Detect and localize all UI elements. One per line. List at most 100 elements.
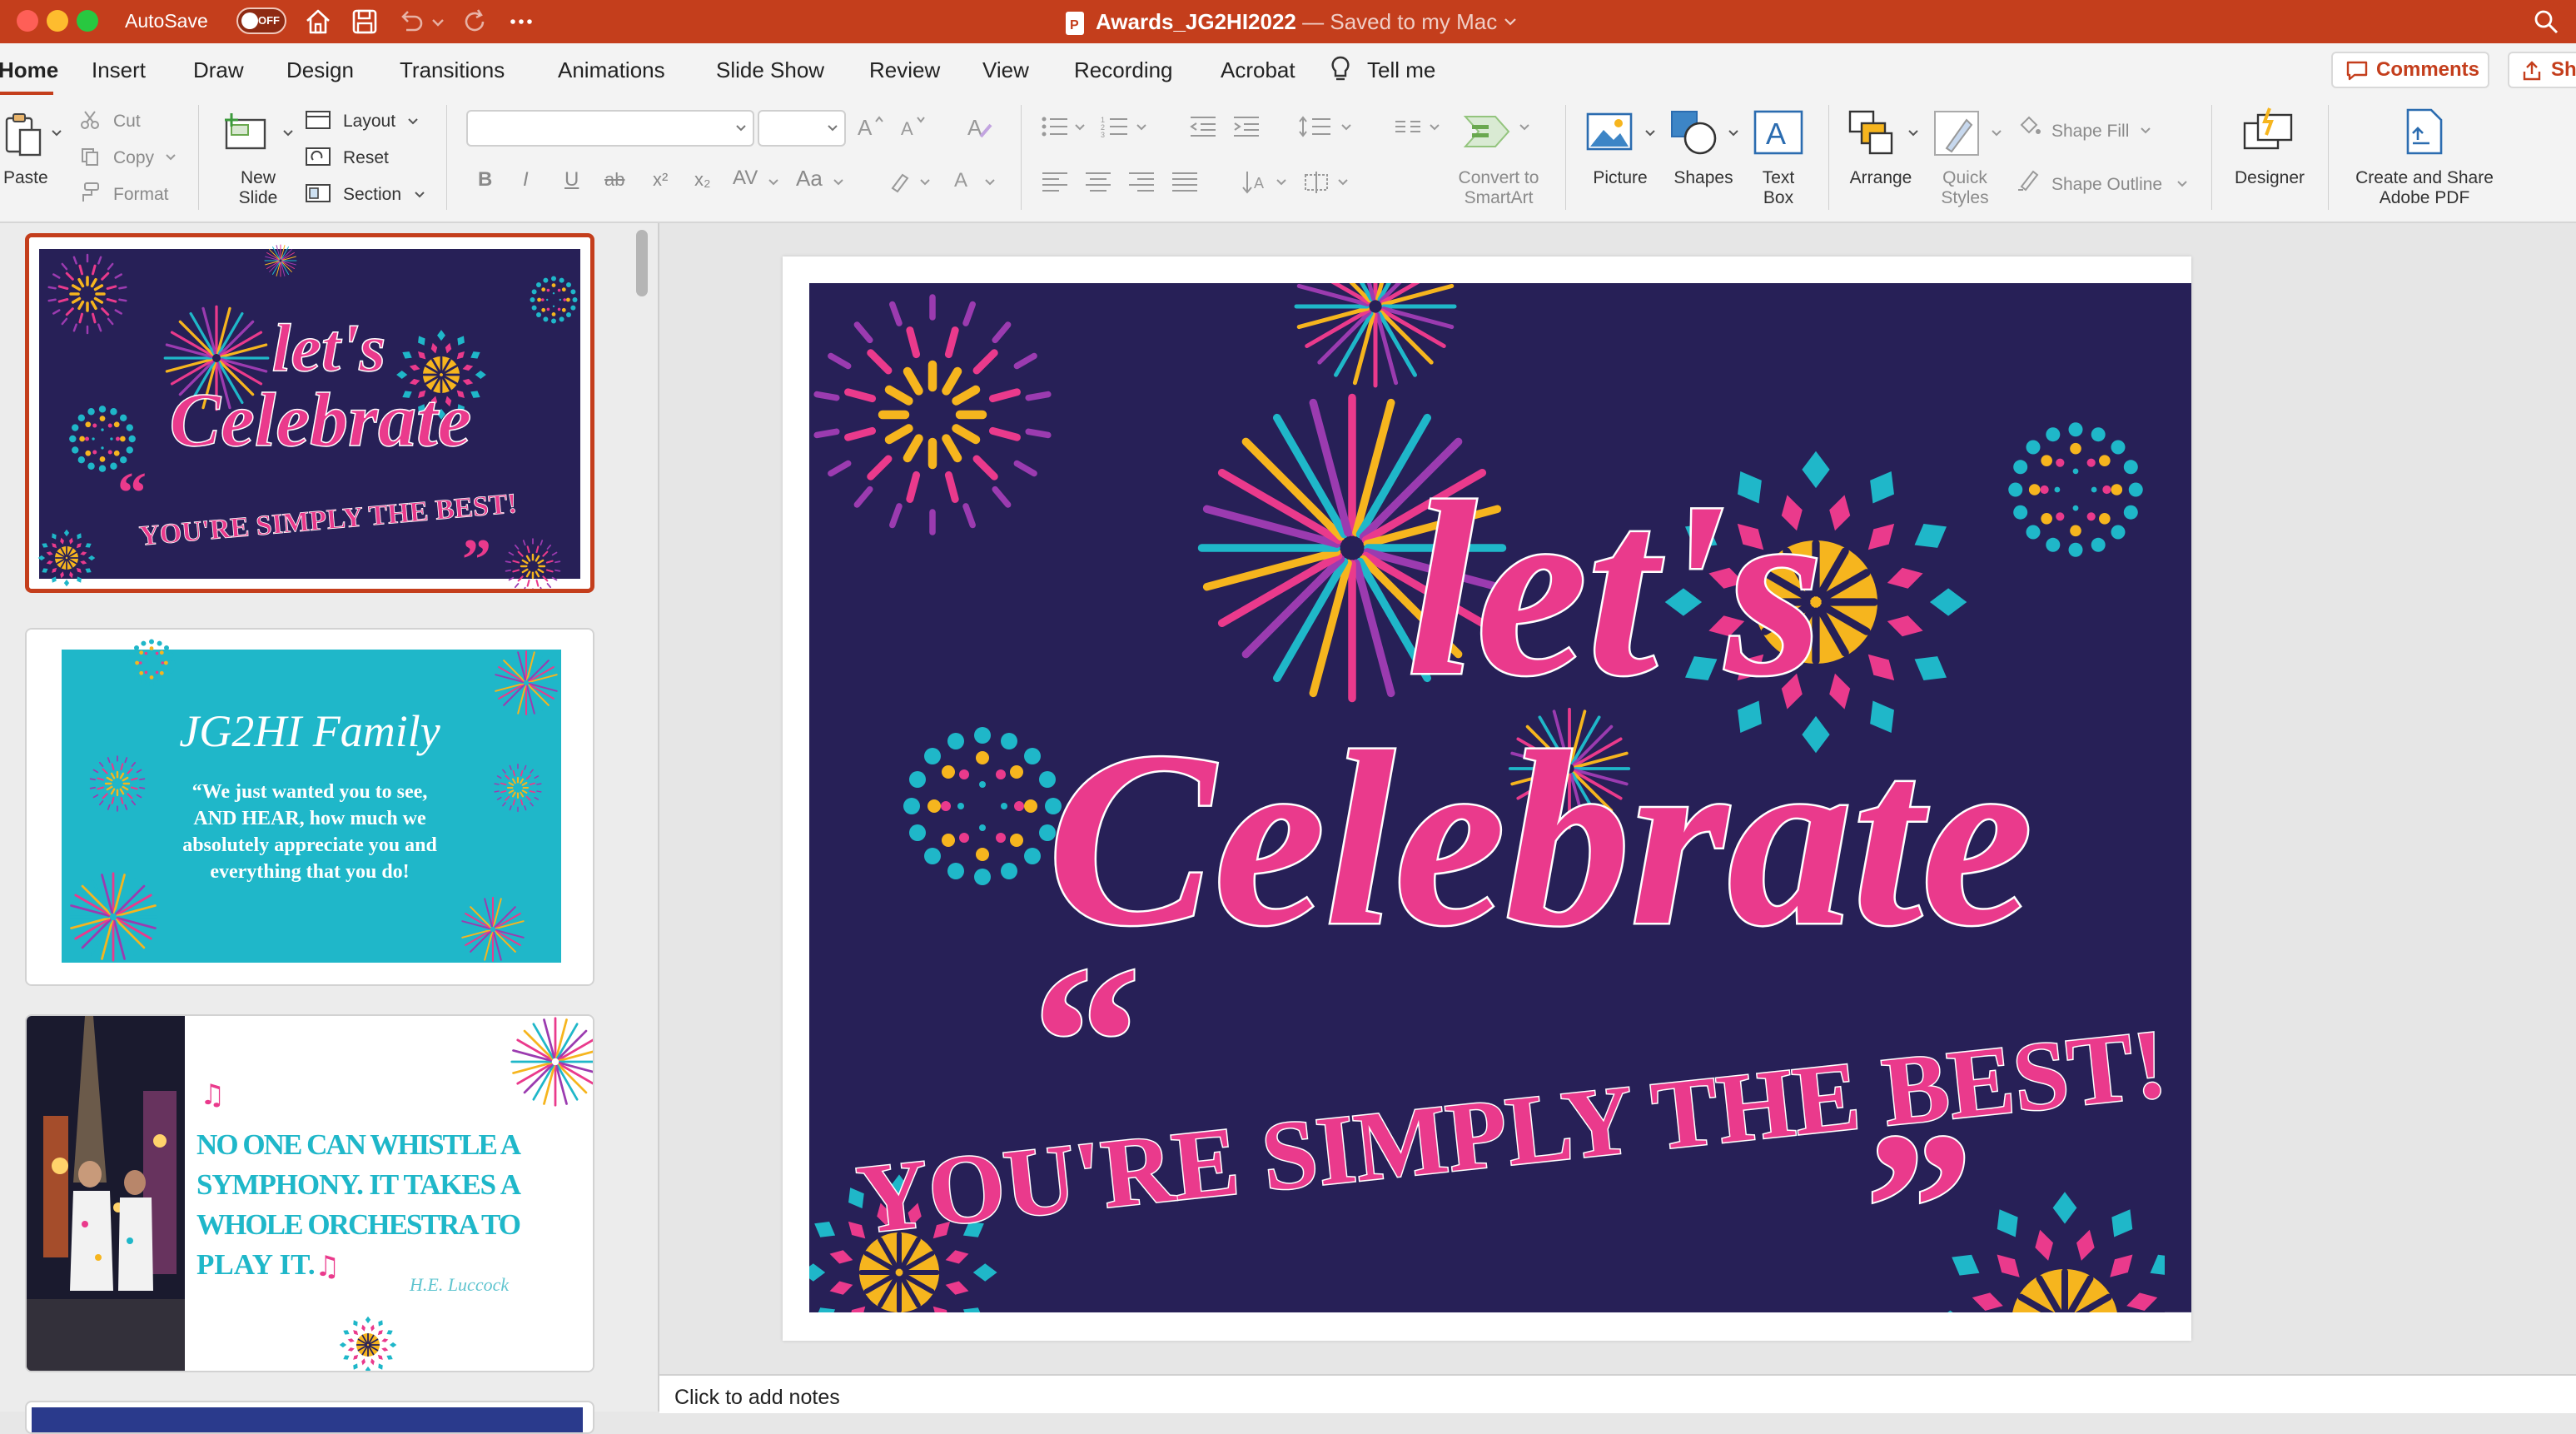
change-case-button[interactable]: Aa [796, 167, 823, 189]
notes-pane[interactable]: Click to add notes [659, 1374, 2576, 1413]
tab-design[interactable]: Design [286, 57, 354, 83]
chevron-down-icon[interactable] [1136, 122, 1147, 133]
chevron-down-icon[interactable] [984, 177, 996, 188]
chevron-down-icon[interactable] [2176, 178, 2188, 190]
slide-1-main[interactable]: let's Celebrate “ YOU'RE SIMPLY THE BEST… [783, 256, 2191, 1341]
chevron-down-icon[interactable] [1907, 127, 1920, 140]
adobe-pdf-label-2[interactable]: Adobe PDF [2341, 188, 2508, 208]
picture-icon[interactable] [1585, 110, 1634, 155]
layout-button[interactable]: Layout [343, 112, 395, 132]
tab-review[interactable]: Review [869, 57, 940, 83]
zoom-window-button[interactable] [77, 10, 98, 32]
cut-button[interactable]: Cut [113, 112, 141, 132]
font-family-select[interactable] [466, 110, 754, 147]
font-color-icon[interactable]: A [951, 167, 977, 197]
picture-button[interactable]: Picture [1574, 168, 1667, 188]
justify-icon[interactable] [1171, 170, 1199, 193]
undo-icon[interactable] [396, 7, 426, 37]
quick-styles-icon[interactable] [1932, 108, 1982, 158]
tell-me-search[interactable]: Tell me [1367, 57, 1435, 83]
convert-smartart-label-2[interactable]: SmartArt [1440, 188, 1557, 208]
document-title[interactable]: Awards_JG2HI2022 — Saved to my Mac [1096, 8, 1518, 35]
copy-button[interactable]: Copy [113, 148, 154, 168]
tab-home[interactable]: Home [0, 57, 58, 83]
align-left-icon[interactable] [1041, 170, 1069, 193]
shapes-button[interactable]: Shapes [1657, 168, 1750, 188]
chevron-down-icon[interactable] [165, 152, 177, 163]
chevron-down-icon[interactable] [1644, 127, 1657, 140]
tab-slide-show[interactable]: Slide Show [716, 57, 824, 83]
bold-button[interactable]: B [478, 170, 492, 190]
chevron-down-icon[interactable] [406, 115, 420, 128]
clear-formatting-icon[interactable]: A [966, 113, 996, 140]
chevron-down-icon[interactable] [1429, 122, 1440, 133]
chevron-down-icon[interactable] [430, 7, 446, 37]
chevron-down-icon[interactable] [1990, 127, 2003, 140]
shape-fill-button[interactable]: Shape Fill [2051, 122, 2129, 142]
comments-button[interactable]: Comments [2331, 52, 2489, 88]
paste-label[interactable]: Paste [3, 168, 48, 188]
tab-view[interactable]: View [982, 57, 1029, 83]
format-painter-button[interactable]: Format [113, 185, 169, 205]
save-icon[interactable] [350, 7, 380, 37]
underline-button[interactable]: U [564, 170, 579, 190]
subscript-button[interactable]: x₂ [694, 170, 711, 190]
bullets-icon[interactable] [1041, 115, 1069, 138]
chevron-down-icon[interactable] [1074, 122, 1086, 133]
chevron-down-icon[interactable] [50, 127, 63, 140]
chevron-down-icon[interactable] [833, 177, 844, 188]
chevron-down-icon[interactable] [2140, 125, 2151, 137]
italic-button[interactable]: I [523, 170, 529, 190]
tab-insert[interactable]: Insert [92, 57, 146, 83]
superscript-button[interactable]: x² [653, 170, 668, 190]
text-box-icon[interactable]: A [1752, 108, 1805, 158]
text-direction-icon[interactable]: A [1241, 170, 1269, 195]
slide-thumbnail-4[interactable] [25, 1401, 594, 1434]
columns-icon[interactable] [1394, 115, 1422, 138]
tab-recording[interactable]: Recording [1074, 57, 1173, 83]
align-text-icon[interactable] [1302, 170, 1330, 195]
tab-animations[interactable]: Animations [558, 57, 665, 83]
chevron-down-icon[interactable] [1337, 177, 1349, 188]
chevron-down-icon[interactable] [281, 127, 295, 140]
more-icon[interactable] [506, 7, 536, 37]
share-button[interactable]: Sh [2508, 52, 2576, 88]
home-icon[interactable] [303, 7, 333, 37]
slide-editing-canvas[interactable]: let's Celebrate “ YOU'RE SIMPLY THE BEST… [659, 223, 2576, 1374]
paste-icon[interactable] [3, 112, 47, 162]
align-center-icon[interactable] [1084, 170, 1112, 193]
increase-font-size-icon[interactable]: A [856, 113, 886, 140]
close-window-button[interactable] [17, 10, 38, 32]
autosave-toggle[interactable]: OFF [236, 7, 286, 34]
highlight-icon[interactable] [888, 168, 914, 195]
chevron-down-icon[interactable] [919, 177, 931, 188]
arrange-icon[interactable] [1847, 108, 1895, 158]
chevron-down-icon[interactable] [1519, 122, 1530, 133]
slide-thumbnail-1[interactable]: let's Celebrate “ YOU'RE SIMPLY THE BEST… [25, 233, 594, 593]
new-slide-label-1[interactable]: New [223, 168, 293, 188]
chevron-down-icon[interactable] [1276, 177, 1287, 188]
new-slide-label-2[interactable]: Slide [223, 188, 293, 208]
section-button[interactable]: Section [343, 185, 401, 205]
character-spacing-button[interactable]: AV [733, 168, 758, 188]
quick-styles-label-1[interactable]: Quick [1923, 168, 2007, 188]
font-size-select[interactable] [758, 110, 846, 147]
increase-indent-icon[interactable] [1232, 115, 1261, 138]
line-spacing-icon[interactable] [1299, 115, 1332, 138]
shape-outline-button[interactable]: Shape Outline [2051, 175, 2162, 195]
adobe-pdf-icon[interactable] [2401, 107, 2448, 158]
chevron-down-icon[interactable] [413, 188, 426, 202]
chevron-down-icon[interactable] [1340, 122, 1352, 133]
slide-thumbnail-2[interactable]: JG2HI Family “We just wanted you to see,… [25, 628, 594, 986]
strikethrough-button[interactable]: ab [604, 170, 624, 190]
thumbnail-scrollbar[interactable] [636, 230, 648, 296]
designer-icon[interactable] [2241, 107, 2295, 158]
tab-transitions[interactable]: Transitions [400, 57, 505, 83]
quick-styles-label-2[interactable]: Styles [1923, 188, 2007, 208]
smartart-icon[interactable] [1462, 110, 1512, 153]
redo-icon[interactable] [460, 7, 490, 37]
convert-smartart-label-1[interactable]: Convert to [1440, 168, 1557, 188]
text-box-label-2[interactable]: Box [1740, 188, 1817, 208]
slide-thumbnail-3[interactable]: ♫ NO ONE CAN WHISTLE A SYMPHONY. IT TAKE… [25, 1014, 594, 1372]
align-right-icon[interactable] [1127, 170, 1156, 193]
